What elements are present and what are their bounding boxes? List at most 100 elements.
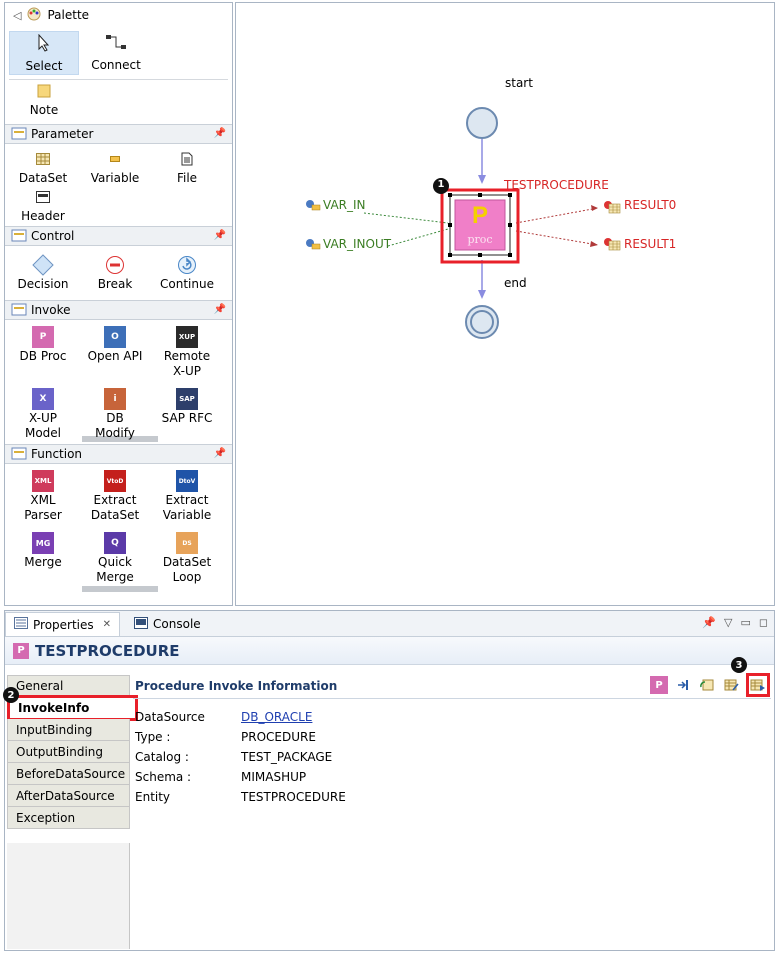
var-inout-icon: [306, 239, 321, 250]
drawer-folder-icon: [11, 302, 27, 319]
invoke-info-fields: DataSource DB_ORACLE Type : PROCEDURE Ca…: [135, 707, 346, 807]
side-tab-beforedatasource[interactable]: BeforeDataSource: [7, 763, 130, 785]
connect-tool[interactable]: Connect: [81, 31, 151, 75]
input-link: [363, 212, 449, 224]
palette-item-label: Remote X-UP: [163, 349, 211, 378]
palette-panel: ◁ Palette Select Connect Note Parameter …: [4, 2, 233, 606]
var-in-icon: [306, 200, 321, 211]
side-tab-invokeinfo[interactable]: InvokeInfo: [7, 695, 138, 721]
parameter-drawer-header[interactable]: Parameter 📌: [5, 124, 232, 144]
datasource-link[interactable]: DB_ORACLE: [241, 710, 312, 724]
side-tab-general[interactable]: General: [7, 675, 130, 697]
palette-item-variable[interactable]: Variable: [79, 148, 151, 186]
import-icon[interactable]: [674, 676, 692, 694]
connect-tool-label: Connect: [91, 58, 141, 72]
pin-icon[interactable]: 📌: [214, 128, 226, 139]
properties-title: TESTPROCEDURE: [35, 641, 180, 660]
function-drawer-header[interactable]: Function 📌: [5, 444, 232, 464]
palette-item-xml-parser[interactable]: XML XML Parser: [7, 470, 79, 532]
pin-icon[interactable]: 📌: [214, 448, 226, 459]
palette-item-decision[interactable]: Decision: [7, 254, 79, 296]
tab-properties-label: Properties: [33, 617, 94, 632]
tab-console[interactable]: Console: [126, 612, 209, 636]
quick-merge-icon: Q: [104, 532, 126, 554]
control-drawer-header[interactable]: Control 📌: [5, 226, 232, 246]
function-drawer-title: Function: [31, 447, 83, 461]
palette-item-db-proc[interactable]: P DB Proc: [7, 326, 79, 388]
side-tab-afterdatasource[interactable]: AfterDataSource: [7, 785, 130, 807]
note-tool[interactable]: Note: [9, 84, 79, 124]
tab-properties[interactable]: Properties ✕: [5, 612, 121, 636]
remote-xup-icon: XUP: [176, 326, 198, 348]
result0-label[interactable]: RESULT0: [624, 198, 676, 212]
side-tab-inputbinding[interactable]: InputBinding: [7, 719, 130, 741]
palette-item-remote-xup[interactable]: XUP Remote X-UP: [151, 326, 223, 388]
field-row-datasource: DataSource DB_ORACLE: [135, 707, 346, 727]
properties-titlebar: P TESTPROCEDURE: [5, 637, 774, 665]
field-value: MIMASHUP: [241, 770, 307, 784]
palette-item-label: SAP RFC: [161, 411, 213, 425]
pin-icon[interactable]: 📌: [214, 230, 226, 241]
palette-item-extract-dataset[interactable]: VtoD Extract DataSet: [79, 470, 151, 532]
refresh-table-icon[interactable]: [698, 676, 716, 694]
palette-item-header[interactable]: Header: [7, 186, 79, 224]
select-tool[interactable]: Select: [9, 31, 79, 75]
palette-icon: [27, 7, 41, 24]
view-tabbar: Properties ✕ Console 📌 ▽ ▭ ◻: [5, 611, 774, 637]
side-tab-filler: [7, 843, 130, 949]
dataset-loop-icon: DS: [176, 532, 198, 554]
result1-label[interactable]: RESULT1: [624, 237, 676, 251]
decision-diamond-icon: [32, 254, 54, 276]
var-in-label[interactable]: VAR_IN: [323, 198, 366, 212]
palette-item-break[interactable]: Break: [79, 254, 151, 296]
palette-item-quick-merge[interactable]: Q Quick Merge: [79, 532, 151, 594]
output-link: [515, 230, 599, 246]
pin-icon[interactable]: 📌: [214, 304, 226, 315]
callout-1-number: 1: [437, 179, 445, 190]
start-node[interactable]: [466, 107, 498, 139]
open-api-icon: O: [104, 326, 126, 348]
field-key: Type :: [135, 730, 171, 744]
side-tab-exception[interactable]: Exception: [7, 807, 130, 829]
flow-canvas[interactable]: start end TESTPROCEDURE P proc VAR_IN VA…: [235, 2, 775, 606]
palette-item-db-modify[interactable]: i DB Modify: [79, 388, 151, 450]
palette-item-file[interactable]: File: [151, 148, 223, 186]
maximize-icon[interactable]: ◻: [759, 616, 768, 629]
field-key: Catalog :: [135, 750, 189, 764]
palette-item-open-api[interactable]: O Open API: [79, 326, 151, 388]
palette-item-label: X-UP Model: [24, 411, 62, 440]
palette-item-xup-model[interactable]: X X-UP Model: [7, 388, 79, 450]
palette-item-sap-rfc[interactable]: SAP SAP RFC: [151, 388, 223, 450]
end-label: end: [504, 276, 527, 290]
property-side-tabs: General InvokeInfo InputBinding OutputBi…: [7, 675, 138, 829]
palette-item-merge[interactable]: MG Merge: [7, 532, 79, 594]
field-row-catalog: Catalog : TEST_PACKAGE: [135, 747, 346, 767]
field-key: Entity: [135, 790, 171, 804]
var-inout-label[interactable]: VAR_INOUT: [323, 237, 391, 251]
note-icon: [37, 84, 51, 101]
minimize-icon[interactable]: ▭: [740, 616, 750, 629]
palette-item-dataset[interactable]: DataSet: [7, 148, 79, 186]
view-menu-icon[interactable]: ▽: [724, 616, 732, 629]
palette-item-label: Extract DataSet: [90, 493, 140, 522]
table-run-icon[interactable]: [746, 673, 770, 697]
palette-item-label: Header: [21, 209, 65, 223]
close-tab-icon[interactable]: ✕: [103, 619, 111, 630]
table-edit-icon[interactable]: [722, 676, 740, 694]
invoke-drawer-title: Invoke: [31, 303, 71, 317]
drawer-folder-icon: [11, 126, 27, 143]
palette-item-dataset-loop[interactable]: DS DataSet Loop: [151, 532, 223, 594]
proc-node-letter: P: [471, 202, 488, 229]
db-proc-tool-icon[interactable]: P: [650, 676, 668, 694]
field-key: Schema :: [135, 770, 192, 784]
palette-item-label: Extract Variable: [162, 493, 212, 522]
invoke-drawer-header[interactable]: Invoke 📌: [5, 300, 232, 320]
node-title: TESTPROCEDURE: [504, 178, 609, 192]
collapse-palette-icon[interactable]: ◁: [13, 9, 21, 22]
continue-loop-icon: [176, 254, 198, 276]
parameter-drawer-title: Parameter: [31, 127, 94, 141]
palette-item-continue[interactable]: Continue: [151, 254, 223, 296]
side-tab-outputbinding[interactable]: OutputBinding: [7, 741, 130, 763]
pin-view-icon[interactable]: 📌: [702, 616, 716, 629]
palette-item-extract-variable[interactable]: DtoV Extract Variable: [151, 470, 223, 532]
